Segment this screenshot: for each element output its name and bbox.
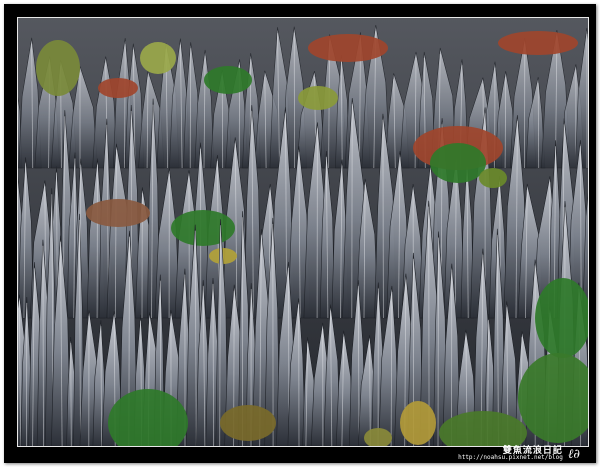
erosion-streak [437,237,439,446]
erosion-streak [537,83,540,169]
shrub [86,199,150,227]
erosion-streak [382,119,384,319]
shrub [204,66,252,94]
shrub [308,34,388,62]
photo-frame: 雙魚流浪日記 http://noahsu.pixnet.net/blog ℓ∂ [4,4,596,463]
shrub [479,168,507,188]
shrub [36,40,80,96]
credit-url: http://noahsu.pixnet.net/blog [458,453,563,461]
photo-credit: 雙魚流浪日記 http://noahsu.pixnet.net/blog ℓ∂ [458,446,580,462]
shrub [98,78,138,98]
shrub [171,210,235,246]
shrub [140,42,176,74]
erosion-streak [189,48,192,169]
shrub [498,31,578,55]
shrub [400,401,436,445]
shrub [298,86,338,110]
shrub [430,143,486,183]
stone-forest-scene [18,18,588,446]
shrub [220,405,276,441]
signature-logo: ℓ∂ [567,446,580,462]
stone-forest-photo [17,17,589,447]
